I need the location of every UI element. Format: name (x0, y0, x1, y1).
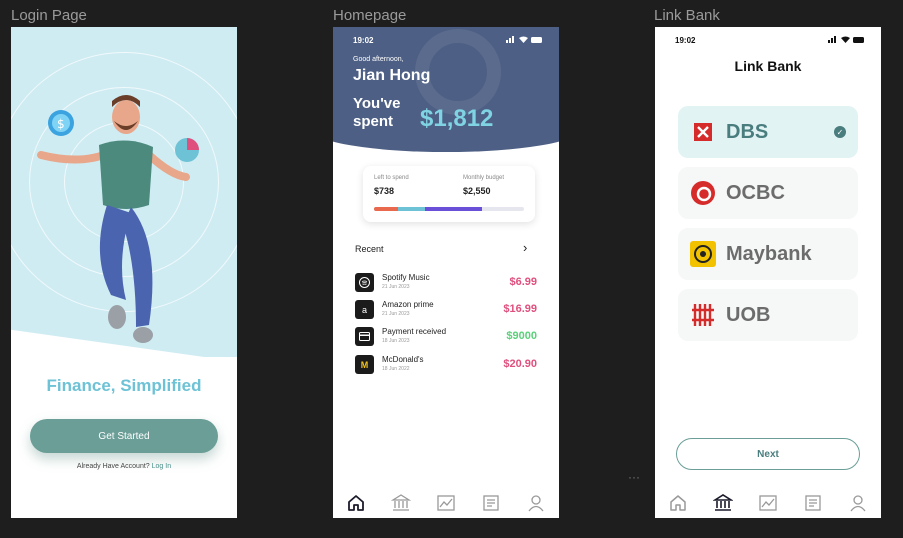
transaction-row[interactable]: Spotify Music 21 Jun 2023 $6.99 (355, 271, 537, 295)
bank-option-uob[interactable]: UOB (678, 289, 858, 341)
transaction-amount: $6.99 (509, 276, 537, 288)
monthly-budget-label: Monthly budget (463, 175, 505, 181)
login-title: Finance, Simplified (46, 376, 202, 395)
bottom-nav (655, 488, 881, 518)
news-icon[interactable] (481, 493, 501, 513)
transaction-date: 21 Jun 2023 (382, 311, 410, 317)
next-button[interactable]: Next (676, 438, 860, 470)
chevron-right-icon[interactable]: › (523, 240, 527, 255)
already-text: Already Have Account? (76, 463, 150, 470)
login-frame: $ Finance, Simplified Get Started Alread… (11, 27, 237, 518)
character-illustration: $ (37, 95, 199, 343)
bank-option-ocbc[interactable]: OCBC (678, 167, 858, 219)
bank-option-dbs[interactable]: DBS ✓ (678, 106, 858, 158)
mcdonalds-icon: M (355, 355, 374, 374)
transaction-amount: $20.90 (503, 358, 537, 370)
left-to-spend-label: Left to spend (374, 175, 409, 181)
login-frame-label: Login Page (11, 7, 87, 24)
bank-icon[interactable] (712, 493, 733, 513)
home-frame: 19:02 Good afternoon, Jian Hong You've s… (333, 27, 559, 518)
bank-name: UOB (726, 303, 771, 326)
transaction-date: 18 Jun 2023 (382, 338, 410, 344)
login-link[interactable]: Log In (152, 463, 171, 470)
progress-segment (398, 207, 425, 211)
ocbc-logo-icon (689, 179, 717, 207)
transaction-row[interactable]: M McDonald's 18 Jun 2022 $20.90 (355, 353, 537, 377)
transaction-name: Payment received (382, 327, 447, 336)
greeting: Good afternoon, (353, 56, 404, 63)
home-header (333, 27, 559, 152)
profile-icon[interactable] (848, 493, 868, 513)
bank-frame: 19:02 Link Bank DBS ✓ OCBC Maybank UOB N… (655, 27, 881, 518)
wifi-icon (519, 36, 528, 43)
user-name: Jian Hong (353, 67, 431, 84)
spent-label: You've spent (353, 95, 401, 130)
home-icon[interactable] (668, 493, 688, 513)
transaction-name: Spotify Music (382, 273, 430, 282)
progress-segment (425, 207, 482, 211)
svg-text:$: $ (57, 117, 65, 131)
transaction-date: 21 Jun 2023 (382, 284, 410, 290)
bank-icon[interactable] (390, 493, 411, 513)
signal-icon (506, 36, 514, 43)
amazon-icon: a (355, 300, 374, 319)
status-icons (828, 36, 865, 43)
bank-option-maybank[interactable]: Maybank (678, 228, 858, 280)
status-time: 19:02 (353, 36, 374, 45)
progress-segment (374, 207, 398, 211)
spent-value: $1,812 (420, 105, 494, 132)
battery-icon (853, 36, 864, 43)
home-icon[interactable] (346, 493, 366, 513)
transaction-amount: $9000 (506, 330, 537, 342)
bank-frame-label: Link Bank (654, 7, 720, 24)
bank-name: Maybank (726, 242, 812, 265)
check-icon: ✓ (834, 126, 846, 138)
bottom-nav (333, 488, 559, 518)
chart-icon[interactable] (758, 493, 778, 513)
maybank-logo-icon (689, 240, 717, 268)
wifi-icon (841, 36, 850, 43)
transaction-row[interactable]: Payment received 18 Jun 2023 $9000 (355, 325, 537, 349)
battery-icon (531, 36, 542, 43)
monthly-budget-value: $2,550 (463, 186, 491, 196)
signal-icon (828, 36, 836, 43)
status-icons (506, 36, 543, 43)
bank-name: OCBC (726, 181, 785, 204)
uob-logo-icon (689, 301, 717, 329)
chart-icon[interactable] (436, 493, 456, 513)
more-icon: ··· (628, 470, 640, 484)
home-frame-label: Homepage (333, 7, 407, 24)
news-icon[interactable] (803, 493, 823, 513)
transaction-amount: $16.99 (503, 303, 537, 315)
transaction-name: McDonald's (382, 355, 424, 364)
bank-name: DBS (726, 120, 769, 143)
transaction-row[interactable]: a Amazon prime 21 Jun 2023 $16.99 (355, 298, 537, 322)
get-started-button[interactable]: Get Started (30, 419, 218, 453)
budget-progress-bar (374, 207, 524, 211)
already-have-account: Already Have Account? Log In (11, 463, 237, 470)
profile-icon[interactable] (526, 493, 546, 513)
dbs-logo-icon (689, 118, 717, 146)
transaction-name: Amazon prime (382, 300, 434, 309)
page-title: Link Bank (734, 58, 802, 74)
transaction-date: 18 Jun 2022 (382, 366, 410, 372)
card-icon (355, 327, 374, 346)
recent-label: Recent (355, 244, 384, 254)
spotify-icon (355, 273, 374, 292)
left-to-spend-value: $738 (374, 186, 395, 196)
status-time: 19:02 (675, 36, 696, 45)
budget-card[interactable]: Left to spend $738 Monthly budget $2,550 (363, 166, 535, 222)
